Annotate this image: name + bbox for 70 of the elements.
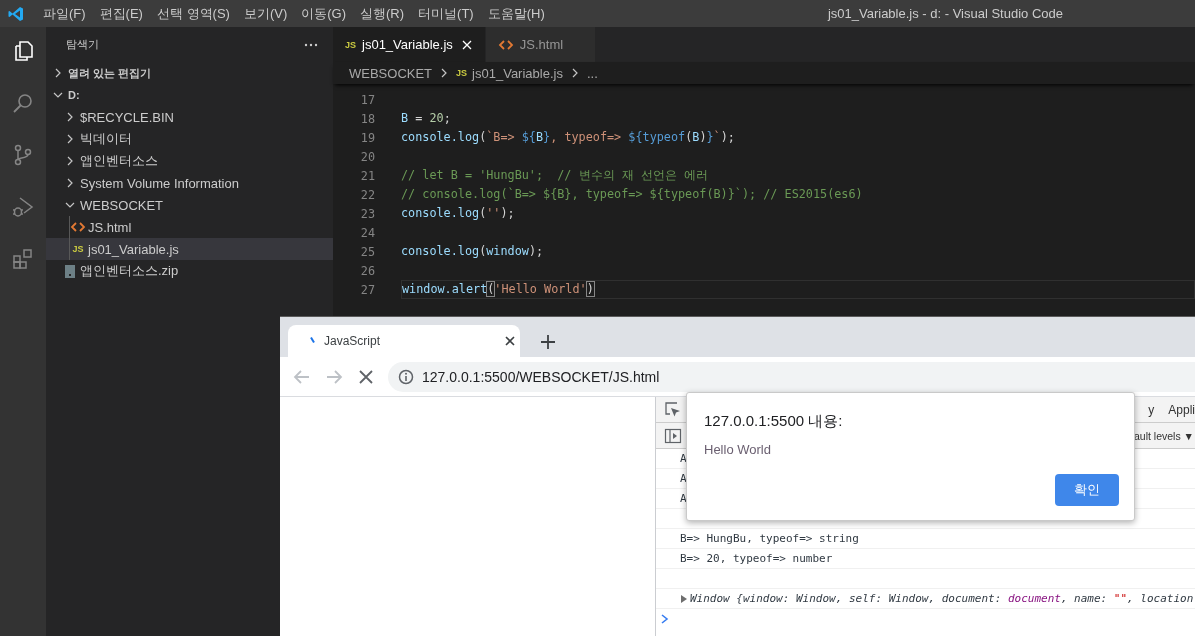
- address-bar[interactable]: 127.0.0.1:5500/WEBSOCKET/JS.html: [388, 361, 1195, 392]
- menu-item[interactable]: 파일(F): [36, 4, 93, 23]
- tree-item[interactable]: 앱인벤터소스.zip: [46, 260, 333, 282]
- code-line: B = 20;: [401, 110, 452, 127]
- file-type-label: JS: [345, 39, 356, 50]
- info-icon: [398, 368, 414, 385]
- line-number: 27: [359, 282, 376, 297]
- breadcrumb-item[interactable]: WEBSOCKET: [349, 65, 433, 81]
- menu-item[interactable]: 터미널(T): [411, 4, 481, 23]
- menu-item[interactable]: 편집(E): [92, 4, 150, 23]
- expand-triangle-icon[interactable]: [680, 594, 688, 603]
- ok-button[interactable]: 확인: [1055, 474, 1119, 506]
- menu-item[interactable]: 보기(V): [236, 4, 295, 23]
- debug-icon[interactable]: [11, 195, 35, 219]
- menu-item[interactable]: 도움말(H): [480, 4, 552, 23]
- inspect-icon[interactable]: [664, 400, 682, 419]
- prompt-chevron-icon: [661, 614, 669, 624]
- line-number: 17: [359, 92, 376, 107]
- line-number: 18: [359, 111, 376, 126]
- editor-tab[interactable]: JS js01_Variable.js: [333, 27, 486, 62]
- menu-item[interactable]: 실행(R): [353, 4, 412, 23]
- extensions-icon[interactable]: [11, 247, 35, 271]
- console-message: A: [680, 472, 687, 485]
- line-number: 20: [359, 149, 376, 164]
- code-line: // let B = 'HungBu'; // 변수의 재 선언은 에러: [401, 167, 709, 184]
- line-number: 21: [359, 168, 376, 183]
- section-header[interactable]: 열려 있는 편집기: [46, 62, 333, 84]
- devtools-tab[interactable]: Appli: [1168, 402, 1195, 417]
- code-line: // console.log(`B=> ${B}, typeof=> ${typeof(B)}`); // ES2015(es6): [401, 186, 864, 203]
- tree-item[interactable]: $RECYCLE.BIN: [46, 106, 333, 128]
- tree-item[interactable]: 앱인벤터소스: [46, 150, 333, 172]
- menu-item[interactable]: 이동(G): [294, 4, 354, 23]
- code-line: console.log(`B=> ${B}, typeof=> ${typeof(B)}`);: [401, 129, 736, 146]
- line-number: 25: [359, 244, 376, 259]
- app-logo-icon: [8, 5, 24, 22]
- file-type-label: JS: [456, 68, 468, 78]
- search-icon[interactable]: [11, 91, 35, 115]
- line-number: 24: [359, 225, 376, 240]
- console-message: A: [680, 492, 687, 505]
- browser-tab[interactable]: JavaScript: [288, 325, 520, 357]
- console-object[interactable]: Window {window: Window, self: Window, document: document, name: "", location: [690, 592, 1194, 605]
- dialog-message: Hello World: [704, 442, 772, 457]
- tree-item[interactable]: 빅데이터: [46, 128, 333, 150]
- code-line: console.log('');: [401, 205, 516, 222]
- window-title: js01_Variable.js - d: - Visual Studio Code: [827, 6, 1063, 21]
- editor-tab[interactable]: JS.html: [485, 27, 597, 62]
- line-number: 19: [359, 130, 376, 145]
- file-type-label: JS: [71, 244, 85, 254]
- sidebar-toggle-icon[interactable]: [664, 426, 682, 445]
- tree-item[interactable]: JS js01_Variable.js: [46, 238, 333, 260]
- tree-item[interactable]: JS.html: [46, 216, 333, 238]
- section-header[interactable]: D:: [46, 84, 333, 106]
- console-message: B=> 20, typeof=> number: [680, 552, 833, 565]
- tree-item[interactable]: WEBSOCKET: [46, 194, 333, 216]
- dialog-title: 127.0.0.1:5500 내용:: [704, 412, 844, 431]
- line-number: 23: [359, 206, 376, 221]
- console-message: A: [680, 452, 687, 465]
- tree-item[interactable]: System Volume Information: [46, 172, 333, 194]
- line-number: 26: [359, 263, 376, 278]
- code-line: console.log(window);: [401, 243, 545, 260]
- menu-item[interactable]: 선택 영역(S): [149, 4, 237, 23]
- line-number: 22: [359, 187, 376, 202]
- new-tab-icon[interactable]: [540, 334, 556, 350]
- log-level-dropdown[interactable]: ault levels ▼: [1134, 429, 1194, 442]
- breadcrumb-item[interactable]: ...: [586, 65, 598, 81]
- devtools-tab[interactable]: y: [1148, 402, 1155, 417]
- panel-title: 탐색기: [66, 37, 100, 52]
- console-message: B=> HungBu, typeof=> string: [680, 532, 859, 545]
- file-icon: [62, 263, 78, 279]
- breadcrumb-item[interactable]: JS js01_Variable.js: [456, 65, 563, 81]
